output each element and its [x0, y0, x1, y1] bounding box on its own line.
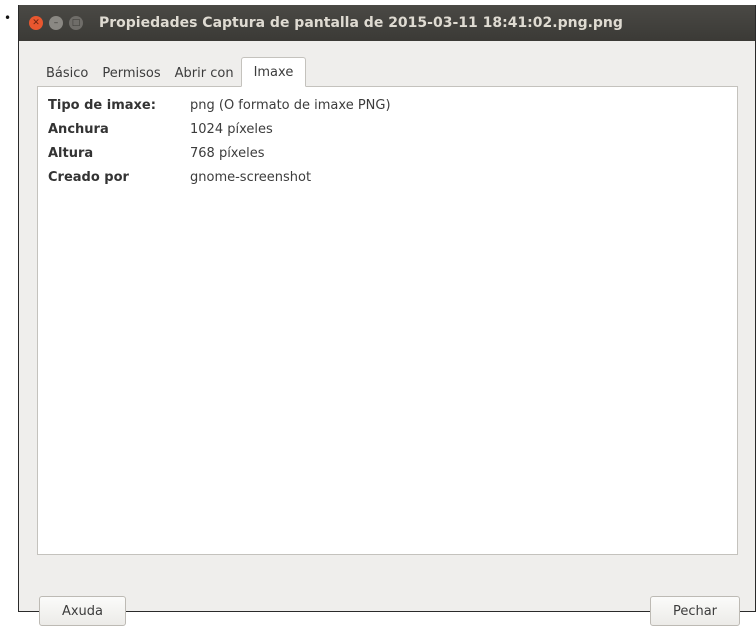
- tab-permisos[interactable]: Permisos: [95, 60, 167, 87]
- tab-basico[interactable]: Básico: [39, 60, 95, 87]
- close-button[interactable]: Pechar: [650, 596, 740, 626]
- window-title: Propiedades Captura de pantalla de 2015-…: [99, 15, 623, 31]
- property-label: Creado por: [48, 169, 129, 185]
- maximize-glyph: □: [71, 17, 81, 28]
- minimize-glyph: –: [53, 17, 59, 28]
- tab-content-panel: Tipo de imaxe: png (O formato de imaxe P…: [37, 86, 738, 555]
- help-button[interactable]: Axuda: [39, 596, 126, 626]
- minimize-window-icon[interactable]: –: [49, 16, 63, 30]
- close-window-icon[interactable]: ✕: [29, 16, 43, 30]
- property-value: png (O formato de imaxe PNG): [190, 97, 391, 113]
- title-bar: ✕ – □ Propiedades Captura de pantalla de…: [19, 5, 755, 41]
- property-row: Creado por gnome-screenshot: [48, 167, 311, 187]
- tab-bar: Básico Permisos Abrir con Imaxe: [39, 57, 307, 87]
- property-value: 1024 píxeles: [190, 121, 273, 137]
- tab-imaxe[interactable]: Imaxe: [240, 57, 307, 87]
- maximize-window-icon[interactable]: □: [69, 16, 83, 30]
- property-label: Tipo de imaxe:: [48, 97, 156, 113]
- property-label: Altura: [48, 145, 94, 161]
- close-glyph: ✕: [32, 17, 40, 28]
- property-row: Tipo de imaxe: png (O formato de imaxe P…: [48, 95, 391, 115]
- property-row: Altura 768 píxeles: [48, 143, 264, 163]
- property-value: gnome-screenshot: [190, 169, 312, 185]
- property-value: 768 píxeles: [190, 145, 265, 161]
- properties-dialog: ✕ – □ Propiedades Captura de pantalla de…: [18, 5, 756, 626]
- tab-abrir-con[interactable]: Abrir con: [168, 60, 241, 87]
- property-row: Anchura 1024 píxeles: [48, 119, 273, 139]
- property-label: Anchura: [48, 121, 109, 137]
- list-bullet: •: [4, 11, 12, 25]
